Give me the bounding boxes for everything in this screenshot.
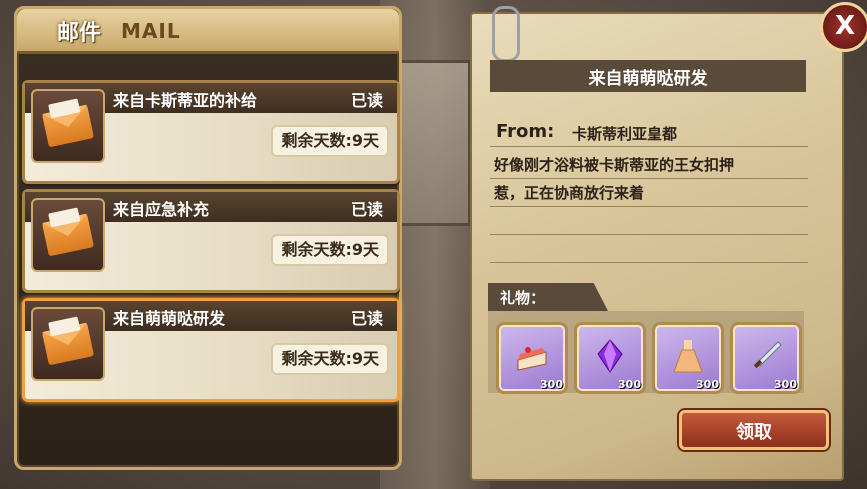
letter-line	[490, 206, 808, 207]
envelope-icon	[31, 89, 105, 163]
letter-body: 好像刚才浴料被卡斯蒂亚的王女扣押 惹，正在协商放行来着	[494, 151, 794, 207]
from-label: From:	[496, 121, 555, 142]
envelope-icon	[31, 198, 105, 272]
mail-status: 已读	[350, 309, 383, 328]
mail-days-left: 剩余天数:9天	[271, 343, 389, 375]
mail-days-left: 剩余天数:9天	[271, 125, 389, 157]
letter-line	[490, 262, 808, 263]
letter-line	[490, 146, 808, 147]
claim-label: 领取	[736, 422, 772, 443]
cake-icon	[517, 347, 547, 371]
gift-label: 礼物：	[500, 289, 546, 307]
mail-status: 已读	[350, 200, 383, 219]
mail-subject: 来自应急补充	[113, 200, 210, 219]
letter-line	[490, 178, 808, 179]
envelope-icon	[31, 307, 105, 381]
mail-header: 邮件 MAIL	[17, 9, 399, 54]
mail-item-1[interactable]: 来自卡斯蒂亚的补给 已读 剩余天数:9天	[22, 80, 400, 184]
gift-item-dress[interactable]: 300	[652, 322, 724, 394]
dagger-icon	[753, 341, 782, 369]
letter-body-line-1: 好像刚才浴料被卡斯蒂亚的王女扣押	[494, 156, 735, 174]
mail-item-2[interactable]: 来自应急补充 已读 剩余天数:9天	[22, 189, 400, 293]
gift-item-crystal[interactable]: 300	[574, 322, 646, 394]
gift-item-cake[interactable]: 300	[496, 322, 568, 394]
crystal-icon	[597, 339, 623, 373]
claim-button[interactable]: 领取	[679, 410, 829, 450]
letter-title: 来自萌萌哒研发	[588, 69, 708, 89]
gift-qty: 300	[540, 378, 563, 391]
mail-title-en: MAIL	[121, 19, 181, 43]
mail-subject: 来自卡斯蒂亚的补给	[113, 91, 258, 110]
gift-qty: 300	[696, 378, 719, 391]
dress-icon	[673, 340, 703, 373]
gift-qty: 300	[618, 378, 641, 391]
gift-item-dagger[interactable]: 300	[730, 322, 802, 394]
gift-qty: 300	[774, 378, 797, 391]
mail-days-left: 剩余天数:9天	[271, 234, 389, 266]
mail-subject: 来自萌萌哒研发	[113, 309, 226, 328]
letter-body-line-2: 惹，正在协商放行来着	[494, 184, 645, 202]
mail-status: 已读	[350, 91, 383, 110]
mail-title: 邮件	[57, 21, 102, 46]
paperclip-icon	[492, 6, 520, 62]
mail-item-3[interactable]: 来自萌萌哒研发 已读 剩余天数:9天	[22, 298, 400, 402]
from-value: 卡斯蒂利亚皇都	[572, 125, 678, 143]
close-icon: X	[834, 11, 856, 41]
background-window	[395, 60, 471, 226]
letter-line	[490, 234, 808, 235]
close-button[interactable]: X	[820, 2, 867, 52]
